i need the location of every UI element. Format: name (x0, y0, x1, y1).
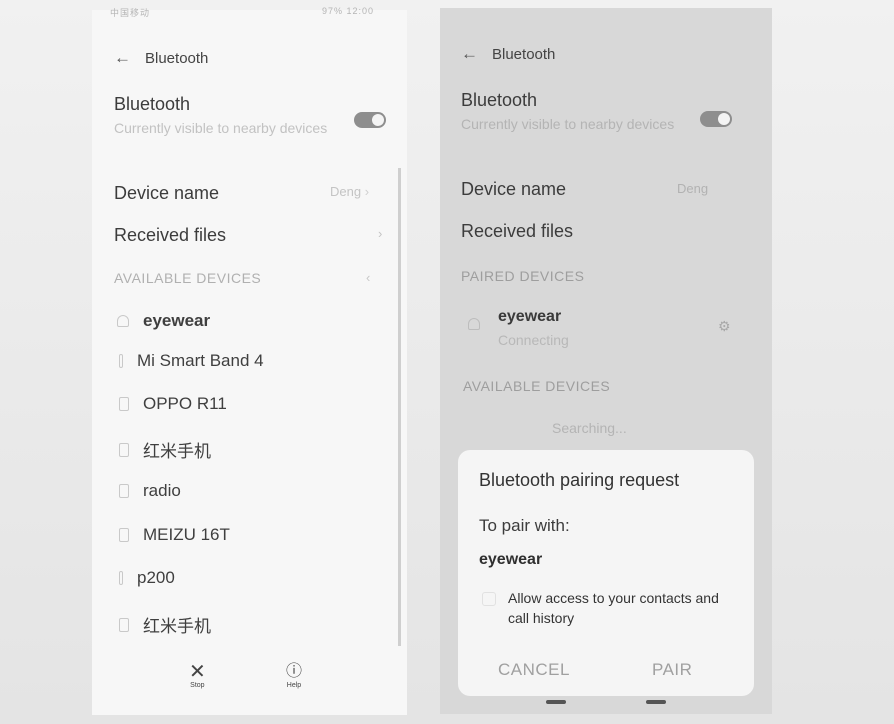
status-carrier: 中国移动 (110, 8, 151, 18)
device-name: 红米手机 (143, 617, 211, 636)
allow-access-checkbox[interactable] (482, 592, 496, 606)
band-icon (119, 354, 123, 368)
allow-access-label[interactable]: Allow access to your contacts and call h… (508, 588, 728, 628)
received-files-label[interactable]: Received files (461, 221, 573, 242)
device-name: OPPO R11 (143, 394, 227, 413)
headset-icon (468, 318, 480, 330)
phone-icon (119, 617, 129, 632)
gear-icon[interactable]: ⚙ (718, 318, 731, 335)
device-name: MEIZU 16T (143, 525, 230, 544)
phone-icon (119, 397, 129, 411)
device-name: p200 (137, 568, 175, 587)
device-name-label[interactable]: Device name (461, 179, 566, 200)
device-name-value[interactable]: Deng (677, 181, 708, 196)
paired-devices-header: PAIRED DEVICES (461, 268, 585, 284)
stop-button[interactable]: ✕ Stop (189, 662, 206, 689)
phone-icon (119, 484, 129, 498)
phone-icon (119, 442, 129, 457)
chevron-right-icon: › (364, 184, 370, 199)
bluetooth-visibility-subtitle: Currently visible to nearby devices (461, 116, 675, 132)
headset-icon (117, 315, 129, 327)
nav-handle (546, 700, 566, 704)
list-item[interactable]: p200 (119, 568, 175, 588)
searching-status: Searching... (552, 420, 627, 436)
device-name-value-text: Deng (330, 184, 362, 199)
pair-button[interactable]: PAIR (652, 660, 692, 680)
available-devices-header: AVAILABLE DEVICES (114, 270, 262, 286)
phone-icon (119, 528, 129, 542)
dialog-device-name: eyewear (479, 551, 543, 568)
nav-handle (646, 700, 666, 704)
right-header: ← Bluetooth (461, 44, 555, 64)
device-name: Mi Smart Band 4 (137, 351, 264, 370)
header-title: Bluetooth (145, 49, 209, 67)
left-header: ← Bluetooth (114, 48, 208, 68)
band-icon (119, 571, 123, 585)
loading-spinner-icon: ‹ (366, 270, 371, 285)
bluetooth-toggle[interactable] (354, 112, 386, 128)
chevron-right-icon: › (378, 226, 383, 241)
device-name: eyewear (143, 311, 211, 330)
back-arrow-icon[interactable]: ← (114, 48, 131, 68)
bluetooth-toggle[interactable] (700, 111, 732, 127)
scrollbar[interactable] (398, 168, 401, 646)
list-item[interactable]: radio (119, 481, 181, 501)
list-item[interactable]: 红米手机 (119, 612, 211, 637)
close-icon: ✕ (189, 661, 206, 683)
paired-device-status: Connecting (498, 332, 569, 348)
device-name: 红米手机 (143, 442, 211, 461)
list-item[interactable]: eyewear (117, 311, 210, 331)
paired-device-name[interactable]: eyewear (498, 308, 561, 326)
stop-label: Stop (190, 682, 205, 689)
header-title: Bluetooth (492, 45, 556, 63)
pairing-dialog: Bluetooth pairing request To pair with: … (458, 450, 754, 696)
dialog-to-pair-label: To pair with: (479, 516, 570, 535)
dialog-title: Bluetooth pairing request (479, 470, 680, 490)
list-item[interactable]: Mi Smart Band 4 (119, 351, 264, 371)
cancel-button[interactable]: CANCEL (498, 660, 570, 680)
received-files-label[interactable]: Received files (114, 225, 226, 246)
help-button[interactable]: ⓘ Help (286, 662, 302, 689)
device-name-value[interactable]: Deng › (330, 184, 369, 199)
help-label: Help (286, 682, 302, 689)
bluetooth-visibility-subtitle: Currently visible to nearby devices (114, 120, 328, 136)
device-name: radio (143, 481, 181, 500)
bluetooth-setting-title: Bluetooth (114, 94, 191, 114)
device-name-label[interactable]: Device name (114, 183, 219, 204)
list-item[interactable]: OPPO R11 (119, 394, 227, 414)
status-battery-time: 97% 12:00 (322, 6, 375, 16)
bluetooth-setting-title: Bluetooth (461, 90, 538, 110)
list-item[interactable]: 红米手机 (119, 437, 211, 462)
available-devices-header: AVAILABLE DEVICES (463, 378, 611, 394)
help-icon: ⓘ (286, 663, 303, 680)
back-arrow-icon[interactable]: ← (461, 44, 478, 64)
list-item[interactable]: MEIZU 16T (119, 525, 230, 545)
